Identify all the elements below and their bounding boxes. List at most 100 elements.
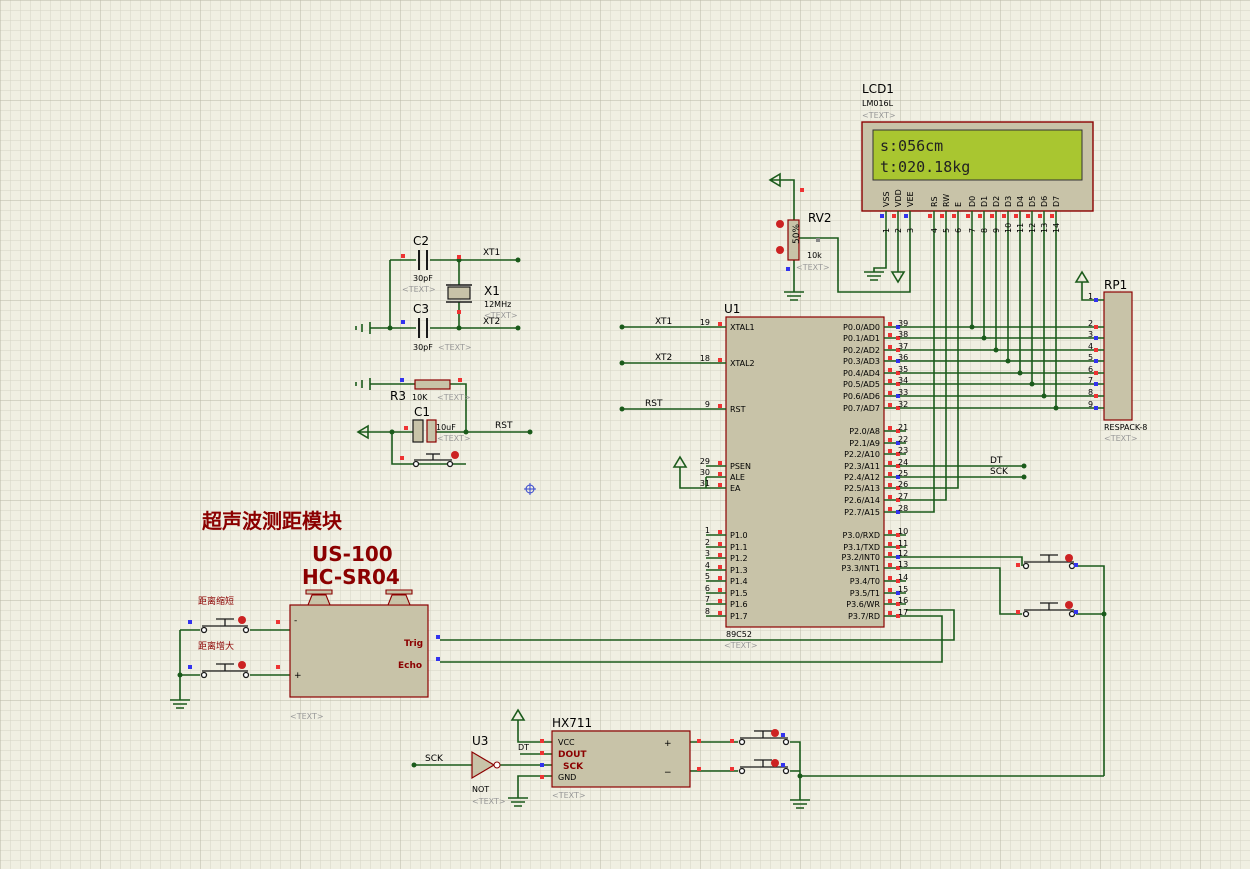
mcu-pin-num: 30 [700, 468, 710, 477]
lcd-line-2: t:020.18kg [880, 158, 970, 176]
sensor-model-1: US-100 [312, 542, 393, 566]
lcd-pin-name: VEE [906, 191, 915, 207]
r3-value: 10K [412, 393, 428, 402]
pin-marker [940, 214, 944, 218]
button-led-icon [771, 729, 779, 737]
pin-marker [1014, 214, 1018, 218]
pin-marker [888, 542, 892, 546]
mcu-pin-num: 7 [705, 595, 710, 604]
pin-marker [718, 588, 722, 592]
lcd-line-1: s:056cm [880, 137, 943, 155]
c3-tag: <TEXT> [438, 343, 472, 352]
pin-marker [1026, 214, 1030, 218]
hx711-plus: + [664, 739, 672, 749]
pin-marker [888, 576, 892, 580]
mcu-pin-num: 15 [898, 585, 908, 594]
mcu-pin-num: 8 [705, 607, 710, 616]
sensor-body[interactable] [289, 604, 429, 698]
mcu-pin-name: P1.5 [730, 589, 748, 598]
sensor-plus: + [294, 671, 302, 681]
lcd-pin-name: D7 [1052, 196, 1061, 207]
pin-marker [888, 530, 892, 534]
mcu-pin-num: 2 [705, 538, 710, 547]
pin-marker [1094, 406, 1098, 410]
lcd-pin-name: RS [930, 196, 939, 207]
mcu-pin-num: 14 [898, 573, 908, 582]
rp1-pin-num: 4 [1088, 342, 1093, 351]
mcu-pin-num: 39 [898, 319, 908, 328]
mcu-pin-name: P1.6 [730, 600, 748, 609]
mcu-pin-num: 9 [705, 400, 710, 409]
mcu-ref: U1 [724, 302, 740, 316]
pin-marker [1038, 214, 1042, 218]
rp1-pin-num: 5 [1088, 353, 1093, 362]
r3-tag: <TEXT> [437, 393, 471, 402]
lcd-pin-name: VSS [882, 191, 891, 207]
hx711-gnd: GND [558, 773, 576, 782]
mcu-pin-num: 36 [898, 353, 908, 362]
pin-marker [1094, 359, 1098, 363]
mcu-pin-num: 28 [898, 504, 908, 513]
resistor-r3-icon[interactable] [414, 379, 451, 390]
pin-marker [1094, 325, 1098, 329]
rp1-pin-num: 8 [1088, 388, 1093, 397]
mcu-tag: <TEXT> [724, 641, 758, 650]
u3-model: NOT [472, 785, 489, 794]
pin-marker [978, 214, 982, 218]
x1-ref: X1 [484, 284, 500, 298]
mcu-pin-name: P3.7/RD [848, 612, 880, 621]
pin-marker [718, 322, 722, 326]
mcu-pin-num: 17 [898, 608, 908, 617]
pin-marker [904, 214, 908, 218]
mcu-pin-num: 33 [898, 388, 908, 397]
mcu-pin-name: P0.7/AD7 [843, 404, 880, 413]
mcu-pin-name: P1.7 [730, 612, 748, 621]
x1-value: 12MHz [484, 300, 511, 309]
xt2-net-label: XT2 [483, 317, 500, 327]
hx711-sck: SCK [563, 762, 584, 772]
mcu-pin-num: 26 [898, 480, 908, 489]
pin-marker [1050, 214, 1054, 218]
rv2-down-icon[interactable] [776, 246, 784, 254]
mcu-pin-num: 6 [705, 584, 710, 593]
c1-value: 10uF [436, 423, 456, 432]
pin-marker [888, 322, 892, 326]
lcd-pin-name: VDD [894, 189, 903, 207]
sensor-echo: Echo [398, 661, 422, 671]
rp1-pin-num: 9 [1088, 400, 1093, 409]
pin-marker [888, 368, 892, 372]
mcu-pin-name: P2.5/A13 [844, 484, 880, 493]
pin-marker [990, 214, 994, 218]
crystal-x1-icon[interactable] [447, 286, 471, 300]
lcd-pin-num: 9 [992, 228, 1001, 233]
pin-marker [718, 483, 722, 487]
u3-tag: <TEXT> [472, 797, 506, 806]
hx711-vcc: VCC [558, 738, 575, 747]
rp1-pin-num: 7 [1088, 376, 1093, 385]
mcu-pin-num: 32 [898, 400, 908, 409]
rp1-tag: <TEXT> [1104, 434, 1138, 443]
pin-marker [888, 391, 892, 395]
schematic-canvas[interactable]: C2 30pF <TEXT> C3 30pF <TEXT> X1 12MHz <… [0, 0, 1250, 869]
mcu-pin-num: 31 [700, 479, 710, 488]
mcu-pin-num: 5 [705, 572, 710, 581]
pin-marker [888, 507, 892, 511]
mcu-pin-name: P3.4/T0 [850, 577, 880, 586]
btn-shorten-label: 距离缩短 [198, 595, 234, 607]
c2-value: 30pF [413, 274, 433, 283]
pin-marker [888, 599, 892, 603]
rv2-up-icon[interactable] [776, 220, 784, 228]
rp1-body[interactable] [1103, 291, 1133, 421]
mcu-pin-name: P2.4/A12 [844, 473, 880, 482]
button-led-icon [238, 616, 246, 624]
pin-marker [888, 356, 892, 360]
c2-ref: C2 [413, 234, 429, 248]
lcd-pin-num: 6 [954, 228, 963, 233]
c3-ref: C3 [413, 302, 429, 316]
mcu-pin-name: P2.0/A8 [849, 427, 880, 436]
pin-marker [888, 333, 892, 337]
pin-marker [718, 542, 722, 546]
capacitor-c1-icon[interactable] [412, 419, 424, 443]
mcu-pin-name: P1.2 [730, 554, 748, 563]
button-led-icon [771, 759, 779, 767]
